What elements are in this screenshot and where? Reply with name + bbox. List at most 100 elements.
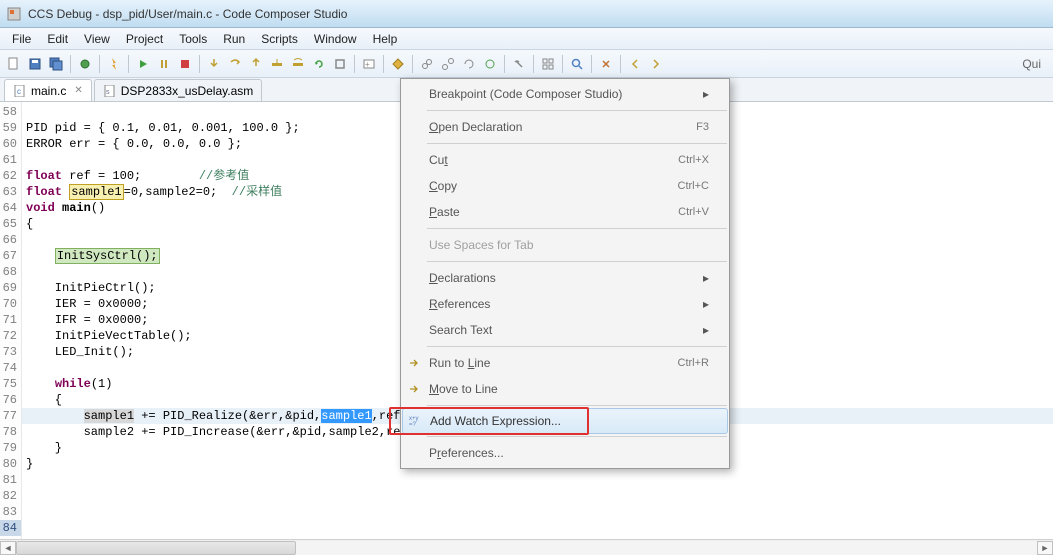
menu-separator [427,261,727,262]
context-menu-item[interactable]: Declarations▸ [401,265,729,291]
code-line[interactable] [22,520,1053,536]
menu-help[interactable]: Help [365,30,406,48]
code-line[interactable] [22,504,1053,520]
line-gutter: 5859606162636465666768697071727374757677… [0,102,22,539]
toolbar-sep [412,55,413,73]
menu-item-label: Cut [429,153,678,167]
new-target-icon[interactable]: + [359,54,379,74]
context-menu-item[interactable]: Move to Line [401,376,729,402]
scrollbar-horizontal[interactable]: ◄ ► [0,539,1053,555]
context-menu-item[interactable]: Preferences... [401,440,729,466]
step-asm-into-icon[interactable] [267,54,287,74]
grid-icon[interactable] [538,54,558,74]
arrow-right-icon [406,381,422,397]
toggle-icon[interactable] [596,54,616,74]
menu-file[interactable]: File [4,30,39,48]
menu-item-label: Breakpoint (Code Composer Studio) [429,87,703,101]
stop-icon[interactable] [175,54,195,74]
menu-shortcut: Ctrl+X [678,154,709,166]
context-menu-item[interactable]: Search Text▸ [401,317,729,343]
line-number: 70 [0,296,21,312]
menu-item-label: Preferences... [429,446,709,460]
search-icon[interactable] [567,54,587,74]
menu-view[interactable]: View [76,30,118,48]
tab-main-c[interactable]: c main.c ✕ [4,79,92,101]
line-number: 73 [0,344,21,360]
svg-text:s: s [106,89,110,96]
menu-separator [427,228,727,229]
line-number: 60 [0,136,21,152]
context-menu-item[interactable]: x+y=?Add Watch Expression... [402,408,728,434]
line-number: 66 [0,232,21,248]
context-menu-item[interactable]: CutCtrl+X [401,147,729,173]
forward-icon[interactable] [646,54,666,74]
code-line[interactable] [22,488,1053,504]
menu-project[interactable]: Project [118,30,171,48]
scroll-right-icon[interactable]: ► [1037,541,1053,555]
debug-icon[interactable] [75,54,95,74]
reset-icon[interactable] [330,54,350,74]
app-icon [6,6,22,22]
quick-access[interactable]: Qui [1022,57,1049,71]
menu-bar: File Edit View Project Tools Run Scripts… [0,28,1053,50]
connect-icon[interactable] [417,54,437,74]
toolbar-sep [620,55,621,73]
step-return-icon[interactable] [246,54,266,74]
flash-icon[interactable] [104,54,124,74]
restart-icon[interactable] [309,54,329,74]
c-file-icon: c [13,84,27,98]
line-number: 78 [0,424,21,440]
menu-edit[interactable]: Edit [39,30,76,48]
refresh-icon[interactable] [480,54,500,74]
line-number: 83 [0,504,21,520]
scroll-thumb[interactable] [16,541,296,555]
line-number: 69 [0,280,21,296]
line-number: 77 [0,408,21,424]
restore-icon[interactable] [459,54,479,74]
menu-scripts[interactable]: Scripts [253,30,306,48]
svg-text:+: + [365,60,370,69]
menu-item-label: Add Watch Expression... [430,414,707,428]
tab-usdelay-asm[interactable]: s DSP2833x_usDelay.asm [94,79,263,101]
context-menu-item[interactable]: Run to LineCtrl+R [401,350,729,376]
context-menu-item[interactable]: Breakpoint (Code Composer Studio)▸ [401,81,729,107]
toolbar: + Qui [0,50,1053,78]
menu-item-label: Use Spaces for Tab [429,238,709,252]
disconnect-icon[interactable] [438,54,458,74]
step-into-icon[interactable] [204,54,224,74]
toolbar-sep [99,55,100,73]
menu-tools[interactable]: Tools [171,30,215,48]
menu-shortcut: Ctrl+R [678,357,709,369]
scroll-left-icon[interactable]: ◄ [0,541,16,555]
menu-item-label: References [429,297,703,311]
menu-item-label: Run to Line [429,356,678,370]
save-icon[interactable] [25,54,45,74]
step-over-icon[interactable] [225,54,245,74]
context-menu-item[interactable]: References▸ [401,291,729,317]
toolbar-sep [70,55,71,73]
context-menu-item[interactable]: PasteCtrl+V [401,199,729,225]
menu-window[interactable]: Window [306,30,365,48]
toolbar-sep [199,55,200,73]
build-icon[interactable] [388,54,408,74]
context-menu-item[interactable]: Open DeclarationF3 [401,114,729,140]
scroll-track[interactable] [16,541,1037,555]
step-asm-over-icon[interactable] [288,54,308,74]
wrench-icon[interactable] [509,54,529,74]
toolbar-sep [533,55,534,73]
resume-icon[interactable] [133,54,153,74]
line-number: 58 [0,104,21,120]
menu-separator [427,346,727,347]
save-all-icon[interactable] [46,54,66,74]
menu-item-label: Copy [429,179,678,193]
pause-icon[interactable] [154,54,174,74]
back-icon[interactable] [625,54,645,74]
menu-run[interactable]: Run [215,30,253,48]
new-icon[interactable] [4,54,24,74]
toolbar-sep [504,55,505,73]
toolbar-sep [591,55,592,73]
code-line[interactable] [22,472,1053,488]
context-menu-item[interactable]: CopyCtrl+C [401,173,729,199]
menu-shortcut: Ctrl+V [678,206,709,218]
close-icon[interactable]: ✕ [74,85,82,96]
